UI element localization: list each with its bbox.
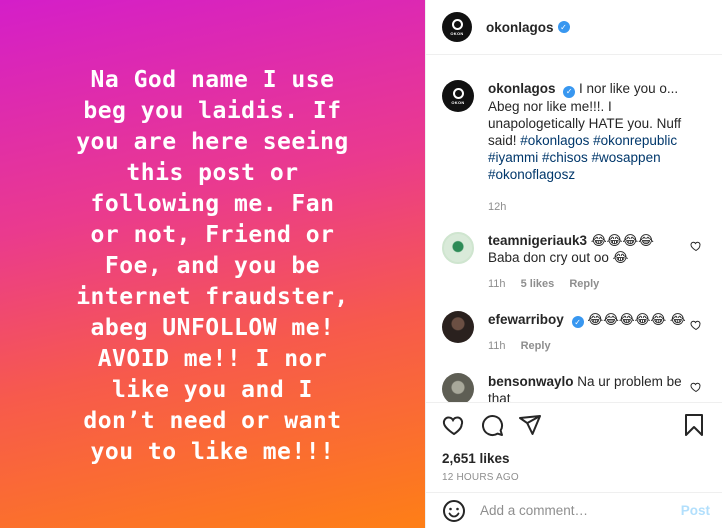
post-actions: 2,651 likes 12 HOURS AGO xyxy=(426,402,722,483)
comment-item: bensonwaylo Na ur problem be that xyxy=(426,373,722,402)
commenter-avatar[interactable] xyxy=(442,373,474,402)
reply-button[interactable]: Reply xyxy=(569,278,599,290)
comments-section[interactable]: OKON okonlagos ✓ I nor like you o... Abe… xyxy=(426,56,722,402)
comment-input[interactable]: Add a comment… xyxy=(480,503,681,518)
comment-username[interactable]: bensonwaylo xyxy=(488,374,574,389)
verified-badge-icon: ✓ xyxy=(557,21,570,33)
comment-item: efewarriboy ✓ 😂😂😂😂😂 😂 11h Reply xyxy=(426,310,722,356)
caption-time[interactable]: 12h xyxy=(488,201,506,213)
like-heart-icon[interactable] xyxy=(442,413,466,437)
reply-button[interactable]: Reply xyxy=(521,340,551,352)
post-image-text: Na God name I use beg you laidis. If you… xyxy=(76,66,349,465)
comment-body: bensonwaylo Na ur problem be that xyxy=(488,373,688,402)
post-timestamp[interactable]: 12 HOURS AGO xyxy=(442,472,706,483)
like-comment-heart-icon[interactable] xyxy=(690,319,702,331)
save-bookmark-icon[interactable] xyxy=(682,413,706,437)
caption-body: okonlagos ✓ I nor like you o... Abeg nor… xyxy=(488,80,710,216)
comment-time[interactable]: 11h xyxy=(488,278,506,290)
avatar-logo-text: OKON xyxy=(450,30,464,36)
comment-likes[interactable]: 5 likes xyxy=(521,278,555,290)
like-comment-heart-icon[interactable] xyxy=(690,381,702,393)
emoji-smiley-icon[interactable] xyxy=(442,499,466,523)
caption-avatar[interactable]: OKON xyxy=(442,80,474,112)
okon-logo-icon xyxy=(451,18,463,30)
like-comment-heart-icon[interactable] xyxy=(690,240,702,252)
commenter-avatar[interactable] xyxy=(442,310,474,343)
caption-hashtags[interactable]: #okonlagos #okonrepublic #iyammi #chisos… xyxy=(488,133,677,182)
caption-meta: 12h xyxy=(488,199,710,216)
comment-username[interactable]: teamnigeriauk3 xyxy=(488,233,587,248)
post-side-panel: OKON okonlagos ✓ OKON okonlagos ✓ I nor … xyxy=(425,0,722,528)
verified-badge-icon: ✓ xyxy=(563,85,576,98)
action-icons xyxy=(442,413,706,437)
avatar[interactable]: OKON xyxy=(442,12,472,42)
comment-body: teamnigeriauk3 😂😂😂😂 Baba don cry out oo … xyxy=(488,232,688,293)
post-comment-button[interactable]: Post xyxy=(681,503,710,518)
comment-time[interactable]: 11h xyxy=(488,340,506,352)
add-comment-bar: Add a comment… Post xyxy=(426,492,722,528)
okon-logo-icon xyxy=(452,87,464,99)
commenter-avatar[interactable] xyxy=(442,231,474,264)
comment-meta: 11h 5 likes Reply xyxy=(488,276,688,293)
caption-username[interactable]: okonlagos xyxy=(488,81,556,96)
header-username[interactable]: okonlagos xyxy=(486,20,554,35)
comment-body: efewarriboy ✓ 😂😂😂😂😂 😂 11h Reply xyxy=(488,311,688,356)
comment-text: 😂😂😂😂😂 😂 xyxy=(587,311,686,327)
likes-count[interactable]: 2,651 likes xyxy=(442,451,706,466)
verified-badge-icon: ✓ xyxy=(571,316,584,328)
comment-username[interactable]: efewarriboy xyxy=(488,312,564,327)
post-image[interactable]: Na God name I use beg you laidis. If you… xyxy=(0,0,425,528)
avatar-logo-text: OKON xyxy=(451,99,465,105)
comment-meta: 11h Reply xyxy=(488,338,688,355)
post-header: OKON okonlagos ✓ xyxy=(426,0,722,55)
comment-bubble-icon[interactable] xyxy=(480,413,504,437)
caption: OKON okonlagos ✓ I nor like you o... Abe… xyxy=(426,56,722,216)
share-send-icon[interactable] xyxy=(518,413,542,437)
comment-item: teamnigeriauk3 😂😂😂😂 Baba don cry out oo … xyxy=(426,231,722,293)
